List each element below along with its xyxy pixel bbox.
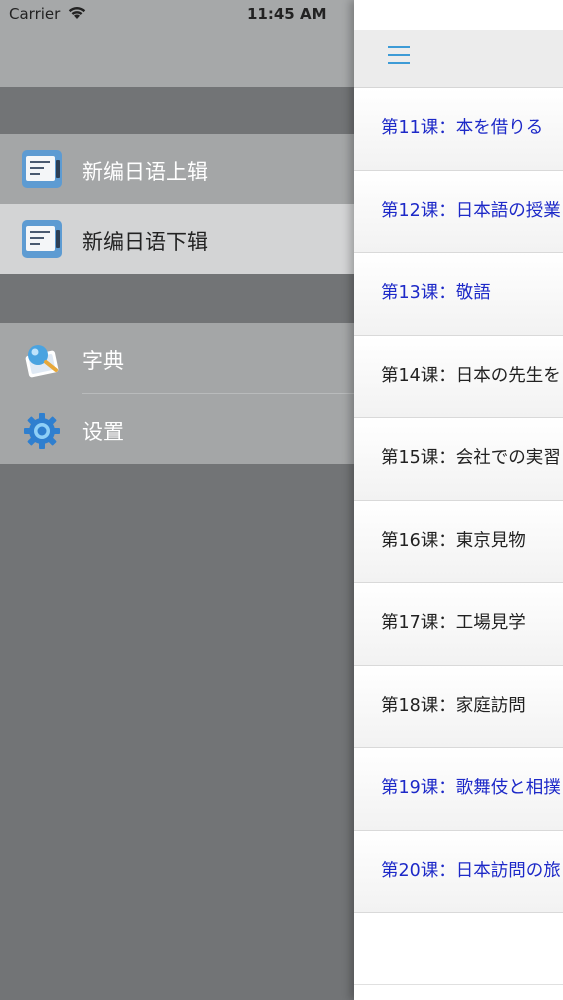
lesson-title: 第11课：本を借りる	[381, 118, 544, 138]
lesson-panel: 第11课：本を借りる 第12课：日本語の授業 第13课：敬語 第14课：日本の先…	[354, 0, 563, 1000]
lesson-title: 第18课：家庭訪問	[381, 695, 526, 716]
navigation-bar	[354, 30, 563, 88]
menu-item-label: 新编日语上辑	[82, 160, 208, 184]
menu-item-book-volume-2[interactable]: 新编日语下辑	[0, 204, 354, 274]
lesson-title: 第16课：東京見物	[381, 530, 526, 551]
tools-menu: 字典 设置	[0, 323, 354, 464]
lesson-row[interactable]: 第11课：本を借りる	[354, 88, 563, 171]
dictionary-icon	[25, 345, 59, 378]
menu-item-label: 设置	[82, 420, 124, 444]
list-separator	[354, 984, 563, 985]
lesson-row[interactable]: 第20课：日本訪問の旅	[354, 830, 563, 913]
menu-item-label: 字典	[82, 349, 124, 373]
lesson-title: 第17课：工場見学	[381, 613, 526, 633]
status-time: 11:45 AM	[247, 5, 327, 23]
content-status-bar	[354, 0, 563, 30]
menu-item-settings[interactable]: 设置	[0, 394, 354, 464]
gear-icon	[24, 413, 60, 449]
lesson-title: 第12课：日本語の授業	[381, 200, 561, 221]
lesson-title: 第19课：歌舞伎と相撲	[381, 778, 561, 798]
book-icon	[22, 220, 62, 258]
menu-item-book-volume-1[interactable]: 新编日语上辑	[0, 134, 354, 204]
wifi-icon	[68, 7, 86, 19]
menu-item-dictionary[interactable]: 字典	[0, 323, 354, 394]
lesson-title: 第13课：敬語	[381, 283, 491, 303]
lesson-title: 第14课：日本の先生を	[381, 365, 561, 386]
lesson-title: 第15课：会社での実習	[381, 448, 561, 468]
book-icon	[22, 150, 62, 188]
menu-item-label: 新编日语下辑	[82, 230, 208, 254]
lesson-list: 第11课：本を借りる 第12课：日本語の授業 第13课：敬語 第14课：日本の先…	[354, 88, 563, 913]
lesson-row[interactable]: 第15课：会社での実習	[354, 418, 563, 501]
menu-toggle-icon[interactable]	[388, 46, 410, 64]
lesson-row[interactable]: 第17课：工場見学	[354, 583, 563, 666]
lesson-row[interactable]: 第16课：東京見物	[354, 500, 563, 583]
lesson-row[interactable]: 第14课：日本の先生を	[354, 335, 563, 418]
lesson-title: 第20课：日本訪問の旅	[381, 860, 561, 881]
carrier-label: Carrier	[9, 5, 61, 23]
lesson-row[interactable]: 第12课：日本語の授業	[354, 170, 563, 253]
lesson-row[interactable]: 第18课：家庭訪問	[354, 665, 563, 748]
lesson-row[interactable]: 第19课：歌舞伎と相撲	[354, 748, 563, 831]
lesson-row[interactable]: 第13课：敬語	[354, 253, 563, 336]
book-menu: 新编日语上辑 新编日语下辑	[0, 134, 354, 274]
